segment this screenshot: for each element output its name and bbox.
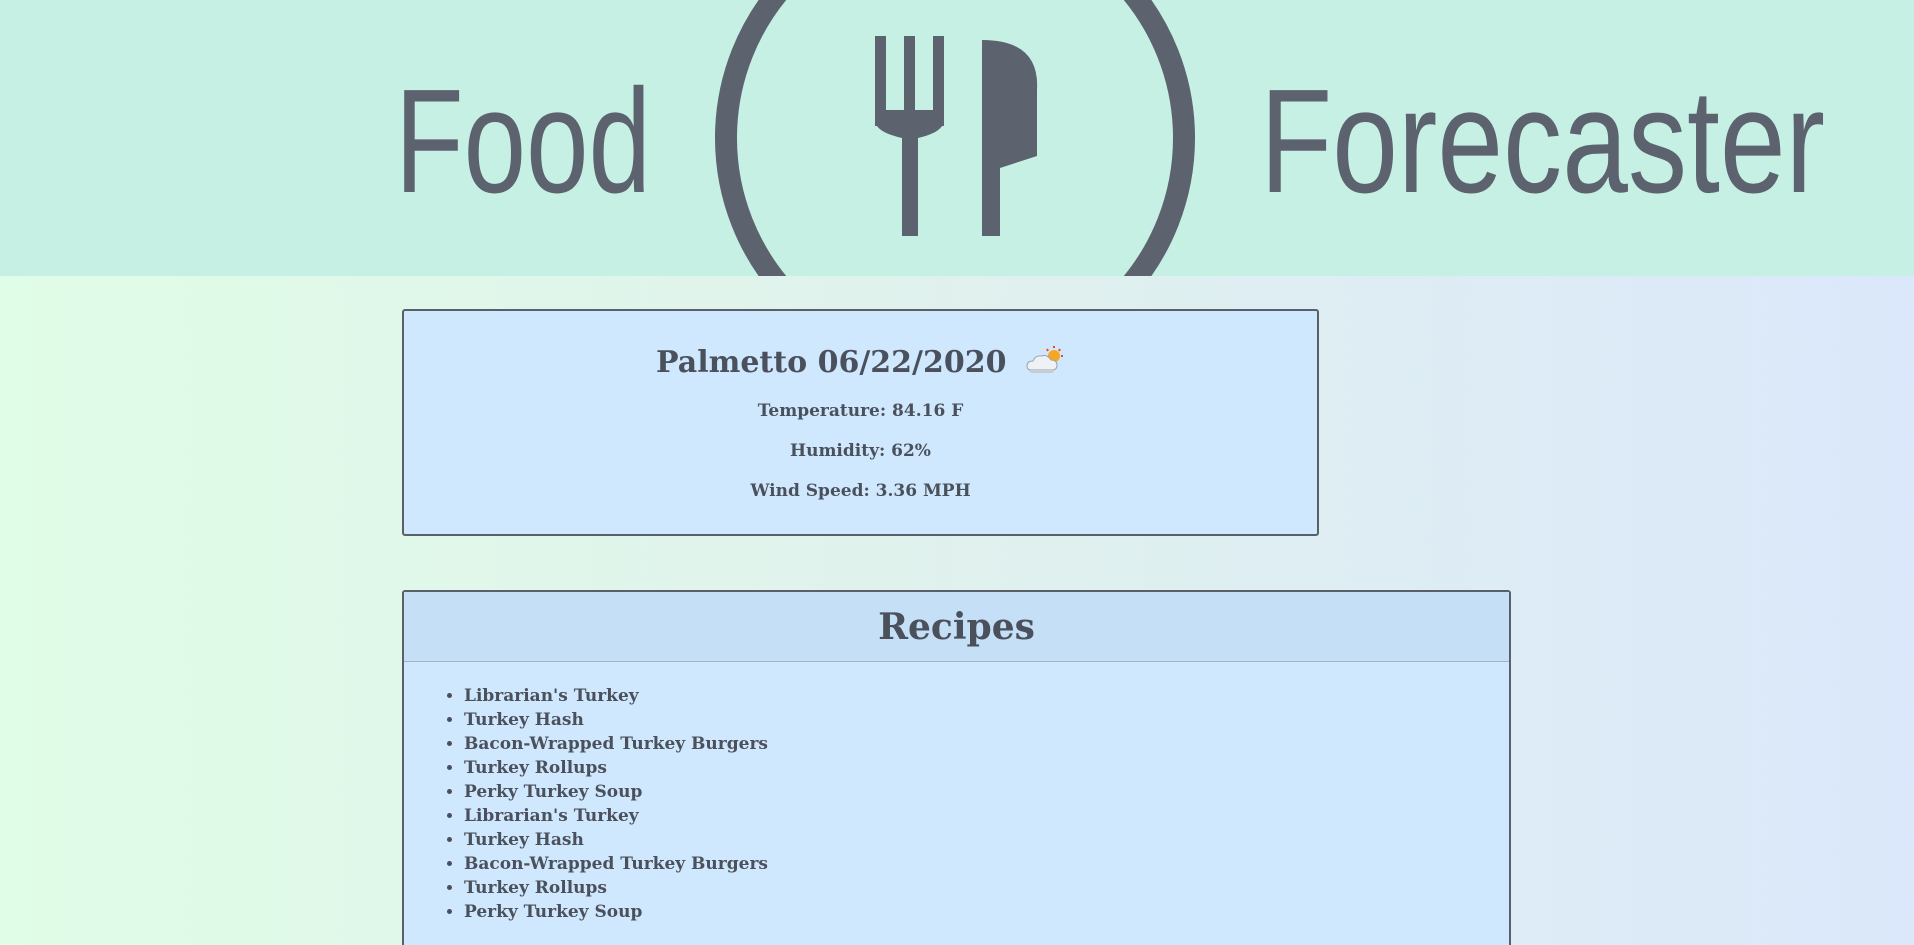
recipe-item[interactable]: Turkey Hash (464, 828, 768, 852)
recipe-item[interactable]: Turkey Hash (464, 708, 768, 732)
recipes-list: Librarian's Turkey Turkey Hash Bacon-Wra… (404, 684, 768, 924)
recipe-item[interactable]: Turkey Rollups (464, 876, 768, 900)
city-date: Palmetto 06/22/2020 (656, 345, 1007, 380)
food-forecaster-logo: Food Forecaster (395, 0, 1825, 276)
recipe-item[interactable]: Bacon-Wrapped Turkey Burgers (464, 732, 768, 756)
recipe-item[interactable]: Perky Turkey Soup (464, 900, 768, 924)
recipe-item[interactable]: Perky Turkey Soup (464, 780, 768, 804)
fork-icon (875, 36, 944, 236)
temperature-text: Temperature: 84.16 F (757, 401, 964, 421)
recipe-item[interactable]: Turkey Rollups (464, 756, 768, 780)
recipes-title: Recipes (878, 606, 1035, 648)
wind-speed-text: Wind Speed: 3.36 MPH (750, 481, 971, 501)
knife-icon (982, 40, 1038, 236)
recipe-item[interactable]: Librarian's Turkey (464, 804, 768, 828)
site-header: Food Forecaster (0, 0, 1914, 276)
logo-text-food: Food (395, 59, 651, 224)
logo-text-forecaster: Forecaster (1260, 59, 1825, 224)
humidity-text: Humidity: 62% (790, 441, 931, 461)
plate-circle-icon (715, 0, 1195, 276)
recipes-card: Recipes Librarian's Turkey Turkey Hash B… (402, 590, 1511, 945)
recipe-item[interactable]: Bacon-Wrapped Turkey Burgers (464, 852, 768, 876)
recipe-item[interactable]: Librarian's Turkey (464, 684, 768, 708)
recipes-header: Recipes (404, 592, 1509, 662)
cloud-sun-icon (1026, 346, 1063, 373)
weather-title: Palmetto 06/22/2020 (404, 345, 1317, 381)
weather-card: Palmetto 06/22/2020 Temperature: 84.16 F… (402, 309, 1319, 536)
